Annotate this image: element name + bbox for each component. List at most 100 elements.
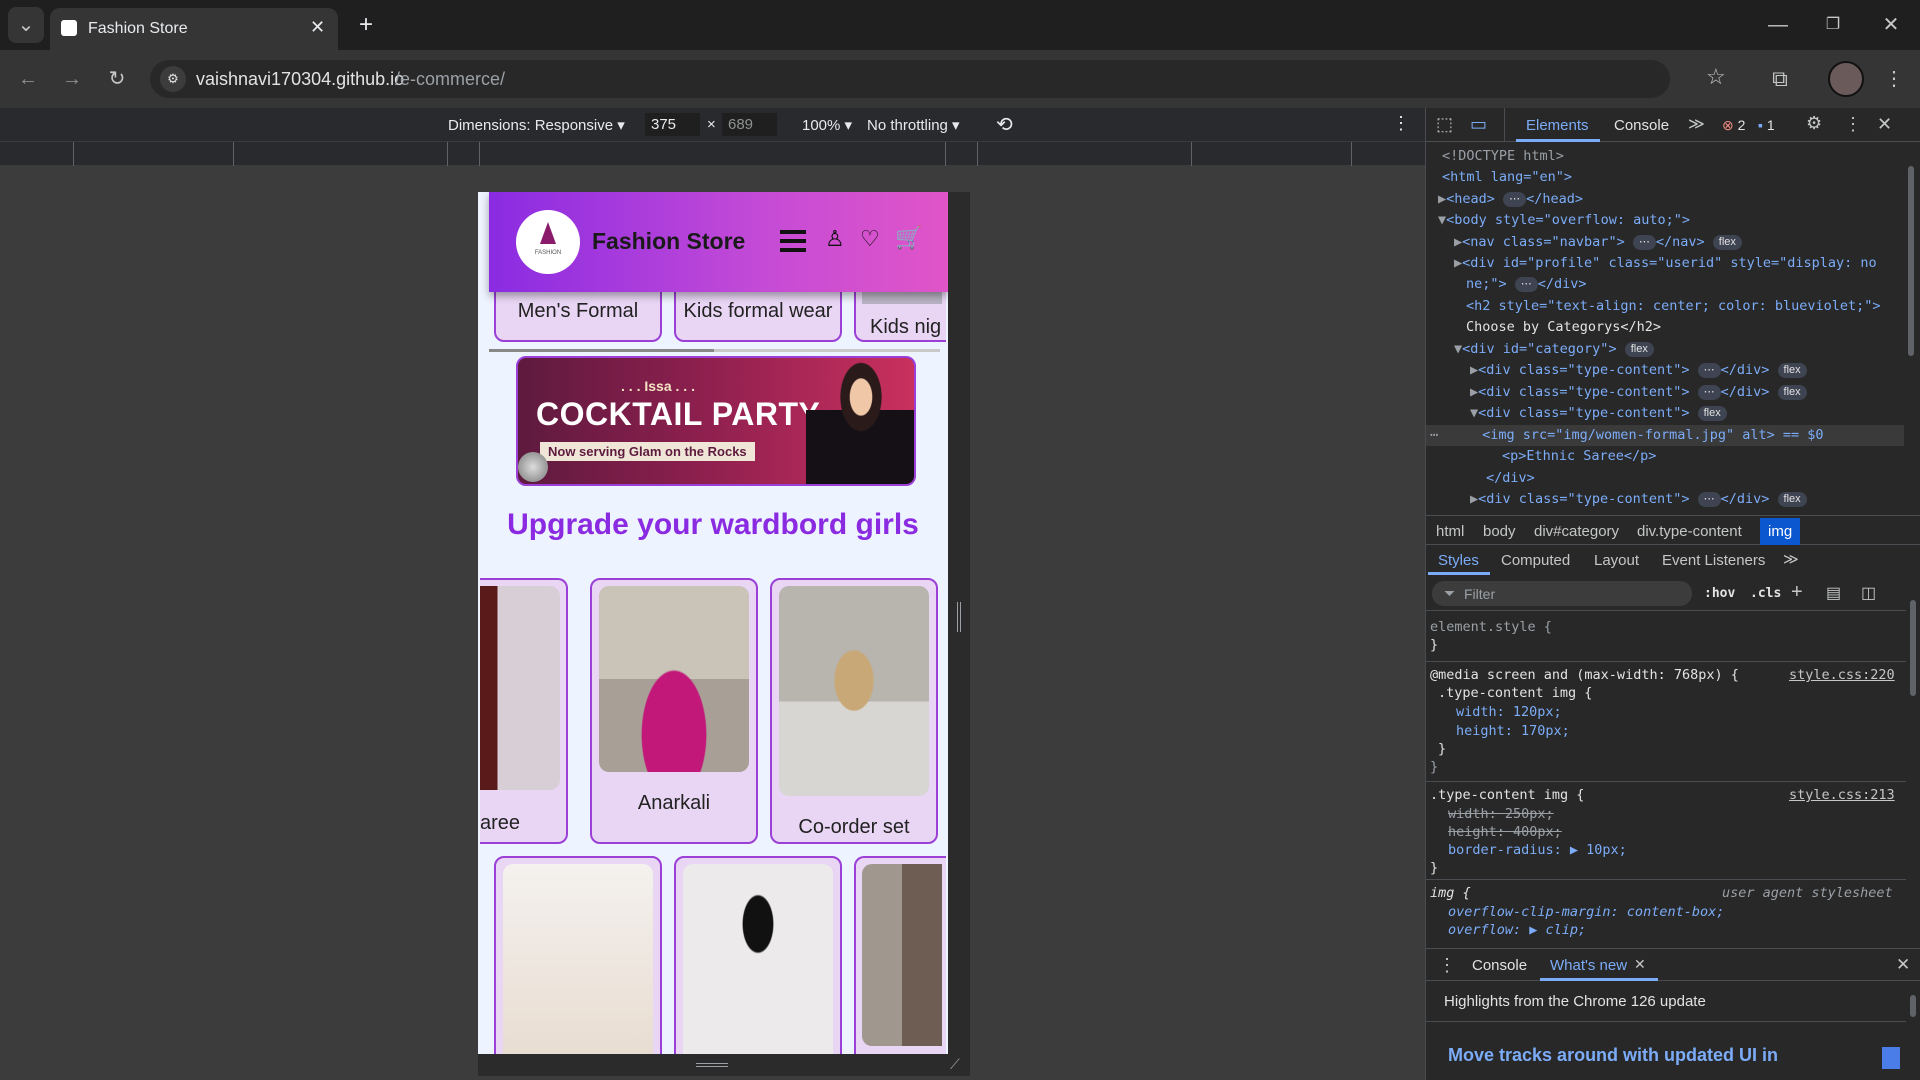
height-input[interactable]: 689 [722, 113, 777, 136]
flex-badge[interactable]: flex [1777, 362, 1807, 378]
expand-triangle-icon[interactable]: ▶ [1470, 362, 1478, 378]
paint-icon[interactable]: ▤ [1826, 583, 1841, 603]
collapse-triangle-icon[interactable]: ▼ [1470, 405, 1478, 421]
device-toolbar-more-icon[interactable]: ⋮ [1392, 113, 1410, 134]
rotate-icon[interactable]: ⟲ [996, 112, 1013, 137]
flex-badge[interactable]: flex [1697, 405, 1727, 421]
dimensions-select[interactable]: Dimensions: Responsive ▾ [448, 116, 625, 134]
close-whats-new-icon[interactable]: ✕ [1634, 956, 1646, 973]
dom-node[interactable]: ▶<div class="type-content"> ⋯ </div> flex [1470, 489, 1807, 510]
restore-icon[interactable]: ❐ [1815, 7, 1851, 43]
resize-bottom-bar[interactable]: ⟋ [478, 1054, 970, 1076]
throttling-select[interactable]: No throttling ▾ [867, 116, 960, 134]
tab-computed[interactable]: Computed [1501, 552, 1570, 569]
address-bar[interactable]: ⚙ vaishnavi170304.github.io /e-commerce/… [150, 60, 1726, 98]
resize-handle-icon[interactable] [957, 602, 961, 632]
drawer-tab-console[interactable]: Console [1472, 957, 1527, 974]
css-selector[interactable]: img { [1430, 883, 1471, 904]
new-tab-icon[interactable]: + [348, 7, 384, 43]
scrollbar-thumb[interactable] [489, 349, 714, 352]
dom-scrollbar-thumb[interactable] [1908, 166, 1914, 356]
reload-icon[interactable]: ↻ [99, 61, 135, 97]
sidebar-toggle-icon[interactable]: ◫ [1861, 583, 1876, 603]
device-toggle-icon[interactable]: ▭ [1470, 114, 1487, 135]
source-link[interactable]: style.css:213 [1789, 785, 1895, 806]
node-actions-icon[interactable]: ⋯ [1426, 427, 1438, 443]
tab-search-chevron-icon[interactable]: ⌄ [8, 7, 44, 43]
dom-node[interactable]: ▶<head> ⋯ </head> [1438, 189, 1583, 210]
drawer-scrollbar[interactable] [1908, 985, 1918, 1079]
hov-toggle[interactable]: :hov [1704, 586, 1735, 601]
product-card[interactable]: Anarkali [590, 578, 758, 844]
message-badge[interactable]: ▪ 1 [1758, 117, 1775, 133]
product-card[interactable] [494, 856, 662, 1054]
tab-event-listeners[interactable]: Event Listeners [1662, 552, 1765, 569]
devtools-more-icon[interactable]: ⋮ [1844, 114, 1862, 135]
dom-node[interactable]: <html lang="en"> [1442, 167, 1572, 188]
collapse-triangle-icon[interactable]: ▼ [1438, 212, 1446, 228]
avatar[interactable] [1828, 61, 1864, 97]
resize-side-bar[interactable] [948, 192, 970, 1054]
brand-logo[interactable]: FASHION [516, 210, 580, 274]
dom-node[interactable]: <h2 style="text-align: center; color: bl… [1466, 296, 1881, 317]
heart-icon[interactable]: ♡ [860, 226, 880, 252]
more-style-tabs-icon[interactable]: ≫ [1783, 550, 1799, 568]
menu-kebab-icon[interactable]: ⋮ [1876, 61, 1912, 97]
drawer-close-icon[interactable]: ✕ [1896, 955, 1910, 975]
bookmark-star-icon[interactable]: ☆ [1706, 64, 1726, 90]
settings-gear-icon[interactable]: ⚙ [1806, 113, 1822, 134]
styles-scrollbar-thumb[interactable] [1910, 600, 1916, 696]
ellipsis-badge[interactable]: ⋯ [1503, 191, 1527, 207]
styles-scrollbar[interactable] [1908, 578, 1918, 878]
site-info-icon[interactable]: ⚙ [160, 66, 186, 92]
dom-scrollbar[interactable] [1906, 148, 1916, 508]
tab-console[interactable]: Console [1614, 117, 1669, 134]
dom-node[interactable]: ▶<nav class="navbar"> ⋯ </nav> flex [1454, 232, 1742, 253]
expand-triangle-icon[interactable]: ▶ [1454, 255, 1462, 271]
css-declaration[interactable]: width: 120px; [1456, 702, 1562, 723]
css-selector[interactable]: .type-content img { [1430, 785, 1584, 806]
error-badge[interactable]: ⊗ 2 [1722, 117, 1745, 134]
scrollbar-track[interactable] [489, 349, 940, 352]
collapse-triangle-icon[interactable]: ▼ [1454, 341, 1462, 357]
dom-node[interactable]: ▶<div class="type-content"> ⋯ </div> flex [1470, 382, 1807, 403]
close-tab-icon[interactable]: ✕ [310, 17, 325, 38]
css-declaration[interactable]: height: 170px; [1456, 721, 1570, 742]
browser-tab[interactable]: Fashion Store ✕ [50, 8, 338, 50]
back-icon[interactable]: ← [10, 61, 46, 97]
inspect-element-icon[interactable]: ⬚ [1436, 114, 1453, 135]
dom-node[interactable]: ▼<div id="category"> flex [1454, 339, 1654, 360]
resize-corner-icon[interactable]: ⟋ [950, 1056, 960, 1073]
dom-node[interactable]: ne;"> ⋯ </div> [1466, 274, 1587, 295]
styles-filter-input[interactable]: ⏷ Filter [1432, 581, 1692, 606]
breadcrumb-item-selected[interactable]: img [1760, 518, 1801, 545]
css-declaration[interactable]: overflow: ▶ clip; [1448, 920, 1586, 941]
drawer-scrollbar-thumb[interactable] [1910, 995, 1916, 1017]
element-style-rule[interactable]: element.style { [1430, 617, 1552, 638]
window-close-icon[interactable]: ✕ [1873, 7, 1909, 43]
dom-node[interactable]: <p>Ethnic Saree</p> [1502, 446, 1656, 467]
tab-elements[interactable]: Elements [1526, 117, 1589, 134]
cls-toggle[interactable]: .cls [1750, 586, 1781, 601]
css-declaration[interactable]: border-radius: ▶ 10px; [1448, 840, 1627, 861]
expand-triangle-icon[interactable]: ▶ [1454, 234, 1462, 250]
product-card[interactable]: Co-order set [770, 578, 938, 844]
dom-node[interactable]: ▼<body style="overflow: auto;"> [1438, 210, 1690, 231]
drawer-menu-icon[interactable]: ⋮ [1438, 955, 1456, 976]
breadcrumb-item[interactable]: html [1436, 523, 1464, 540]
breadcrumb-item[interactable]: div#category [1534, 523, 1619, 540]
source-link[interactable]: style.css:220 [1789, 665, 1895, 686]
dom-node[interactable]: <!DOCTYPE html> [1442, 146, 1564, 167]
resize-handle-icon[interactable] [696, 1063, 728, 1067]
ellipsis-badge[interactable]: ⋯ [1514, 276, 1538, 292]
dom-node[interactable]: ▶<div id="profile" class="userid" style=… [1454, 253, 1877, 274]
css-selector[interactable]: .type-content img { [1438, 683, 1592, 704]
minimize-icon[interactable]: — [1760, 7, 1796, 43]
tab-styles[interactable]: Styles [1438, 552, 1479, 569]
devtools-close-icon[interactable]: ✕ [1877, 114, 1892, 135]
new-rule-icon[interactable]: + [1791, 581, 1803, 604]
forward-icon[interactable]: → [54, 61, 90, 97]
ellipsis-badge[interactable]: ⋯ [1697, 362, 1721, 378]
tab-layout[interactable]: Layout [1594, 552, 1639, 569]
product-card[interactable] [674, 856, 842, 1054]
